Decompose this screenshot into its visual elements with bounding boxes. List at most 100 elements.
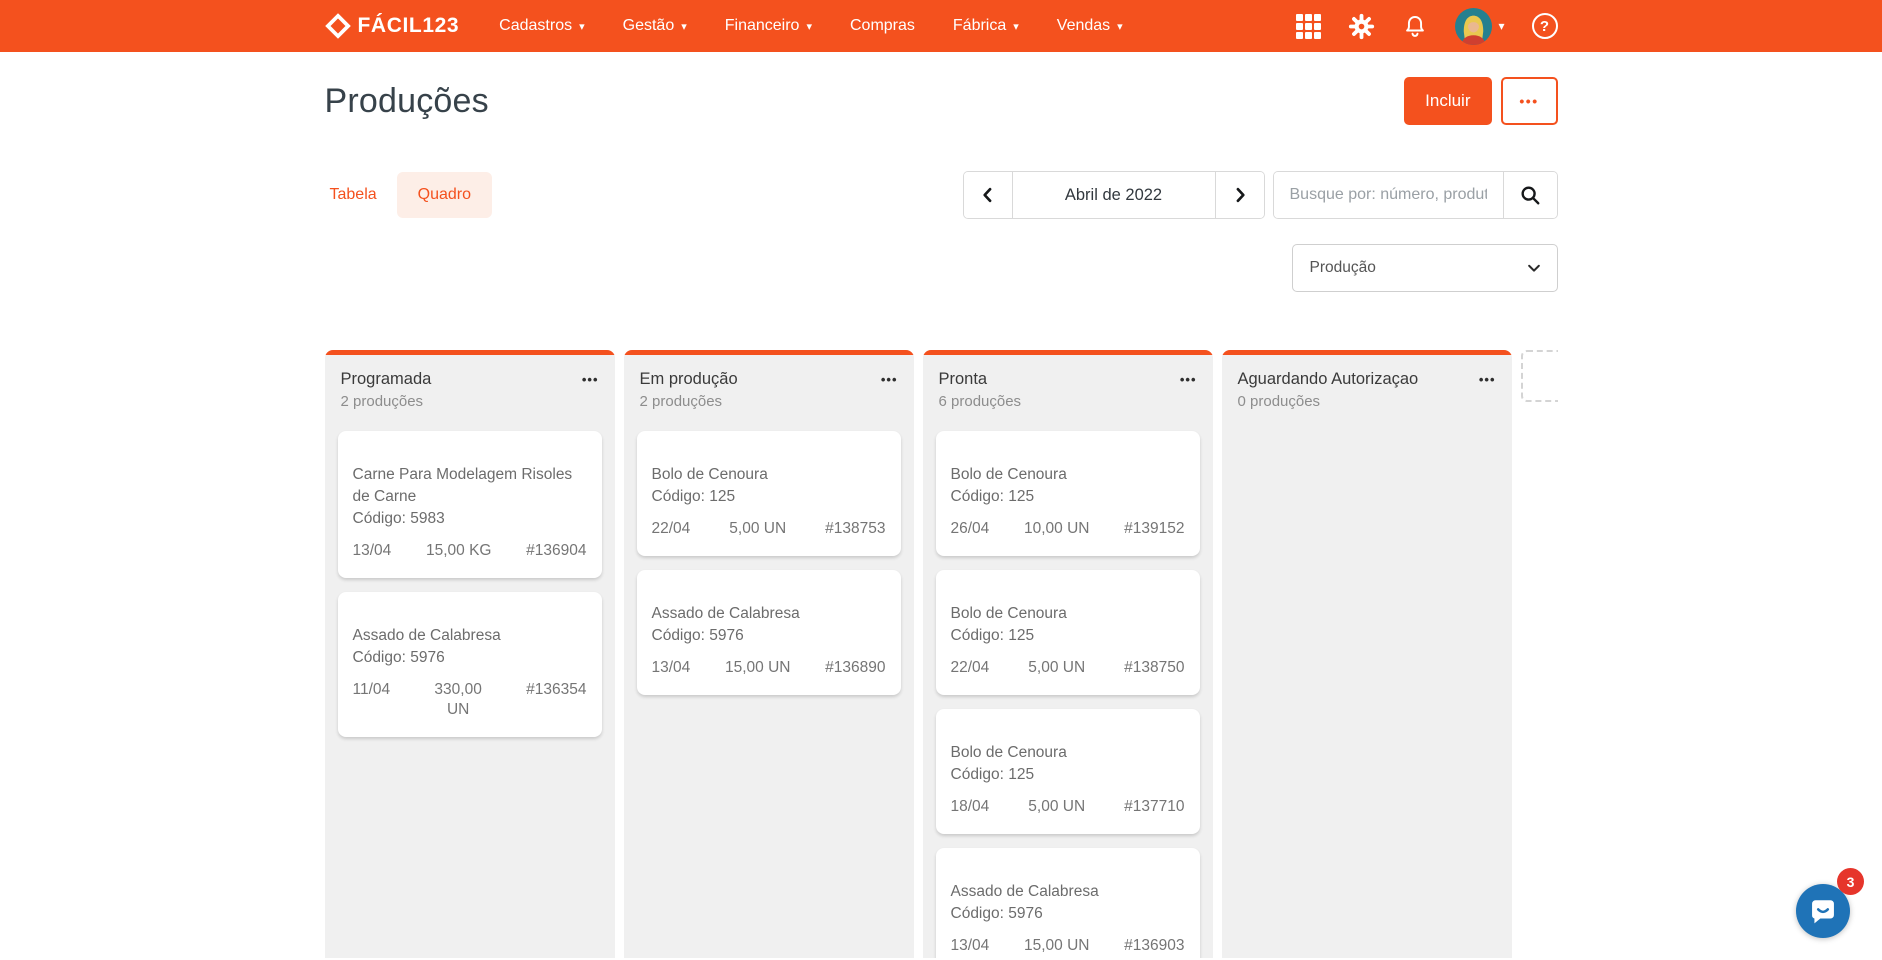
production-card[interactable]: Assado de Calabresa Código: 5976 13/04 1… [936,848,1200,958]
nav-item-vendas[interactable]: Vendas▾ [1057,17,1123,35]
card-quantity: 5,00 UN [1028,797,1085,817]
card-quantity: 15,00 UN [1024,936,1089,956]
column-header: Programada ••• 2 produções [325,355,615,410]
production-card[interactable]: Assado de Calabresa Código: 5976 13/04 1… [637,570,901,695]
chat-bubble-icon [1808,896,1838,926]
production-card[interactable]: Bolo de Cenoura Código: 125 26/04 10,00 … [936,431,1200,556]
column-count: 2 produções [640,393,898,410]
card-product-code: Código: 5976 [652,625,886,647]
card-date: 13/04 [652,658,691,678]
column-menu-button[interactable]: ••• [1479,372,1496,387]
card-date: 26/04 [951,519,990,539]
column-count: 2 produções [341,393,599,410]
column-title: Em produção [640,370,738,389]
card-product-code: Código: 5976 [353,647,587,669]
view-tabs: Tabela Quadro [325,172,493,218]
card-quantity: 15,00 UN [725,658,790,678]
selected-filter-value: Produção [1310,259,1376,277]
card-date: 22/04 [951,658,990,678]
production-card[interactable]: Bolo de Cenoura Código: 125 22/04 5,00 U… [936,570,1200,695]
tab-quadro[interactable]: Quadro [397,172,492,218]
card-quantity: 5,00 UN [1028,658,1085,678]
nav-item-gestao[interactable]: Gestão▾ [623,17,687,35]
column-menu-button[interactable]: ••• [582,372,599,387]
card-product-name: Bolo de Cenoura [652,464,886,486]
user-menu[interactable]: ▾ [1455,8,1504,45]
kanban-column: Pronta ••• 6 produções Bolo de Cenoura C… [923,350,1213,958]
user-avatar [1455,8,1492,45]
column-title: Programada [341,370,432,389]
nav-item-financeiro[interactable]: Financeiro▾ [725,17,812,35]
select-chevron-down-icon [1525,259,1543,277]
period-navigator: Abril de 2022 [963,171,1265,219]
search-icon [1519,184,1541,206]
card-number: #136904 [526,541,586,561]
tab-tabela[interactable]: Tabela [330,172,377,218]
chevron-down-icon: ▾ [1498,19,1504,33]
card-date: 13/04 [951,936,990,956]
search-input[interactable] [1274,172,1503,218]
card-quantity: 330,00 UN [423,680,493,720]
column-cards [1222,410,1512,444]
kanban-column: Em produção ••• 2 produções Bolo de Ceno… [624,350,914,958]
search-button[interactable] [1503,172,1557,218]
column-menu-button[interactable]: ••• [1180,372,1197,387]
chevron-right-icon [1230,185,1250,205]
card-number: #138753 [825,519,885,539]
brand-logo[interactable]: FÁCIL123 [325,13,460,39]
chat-unread-badge: 3 [1837,868,1864,895]
main-menu: Cadastros▾ Gestão▾ Financeiro▾ Compras F… [499,17,1123,35]
column-header: Pronta ••• 6 produções [923,355,1213,410]
column-header: Em produção ••• 2 produções [624,355,914,410]
kanban-board: Programada ••• 2 produções Carne Para Mo… [325,350,1558,958]
nav-item-compras[interactable]: Compras [850,17,915,35]
ellipsis-icon: ••• [1519,93,1538,109]
page-title: Produções [325,82,489,121]
column-title: Aguardando Autorizaçao [1238,370,1419,389]
column-cards: Bolo de Cenoura Código: 125 26/04 10,00 … [923,410,1213,958]
card-product-code: Código: 125 [652,486,886,508]
column-count: 0 produções [1238,393,1496,410]
kanban-column: Programada ••• 2 produções Carne Para Mo… [325,350,615,958]
chevron-down-icon: ▾ [1013,20,1019,33]
add-column-placeholder[interactable] [1521,350,1558,402]
nav-item-cadastros[interactable]: Cadastros▾ [499,17,584,35]
production-card[interactable]: Assado de Calabresa Código: 5976 11/04 3… [338,592,602,737]
column-menu-button[interactable]: ••• [881,372,898,387]
card-number: #139152 [1124,519,1184,539]
card-number: #136890 [825,658,885,678]
kanban-column: Aguardando Autorizaçao ••• 0 produções [1222,350,1512,958]
chevron-left-icon [978,185,998,205]
card-number: #137710 [1124,797,1184,817]
card-product-code: Código: 125 [951,764,1185,786]
include-button[interactable]: Incluir [1404,77,1491,125]
card-product-name: Assado de Calabresa [353,625,587,647]
nav-item-fabrica[interactable]: Fábrica▾ [953,17,1019,35]
notifications-bell-icon[interactable] [1402,13,1428,40]
card-date: 22/04 [652,519,691,539]
card-number: #136903 [1124,936,1184,956]
help-icon[interactable]: ? [1532,13,1558,39]
card-product-name: Assado de Calabresa [951,881,1185,903]
period-label: Abril de 2022 [1013,172,1215,218]
column-title: Pronta [939,370,988,389]
chevron-down-icon: ▾ [579,20,585,33]
brand-diamond-icon [325,13,351,39]
column-cards: Carne Para Modelagem Risoles de Carne Có… [325,410,615,750]
card-quantity: 5,00 UN [729,519,786,539]
settings-gear-icon[interactable] [1348,13,1375,40]
card-product-name: Carne Para Modelagem Risoles de Carne [353,464,587,508]
production-filter-select[interactable]: Produção [1292,244,1558,292]
card-product-code: Código: 5976 [951,903,1185,925]
card-product-name: Bolo de Cenoura [951,742,1185,764]
next-month-button[interactable] [1215,172,1264,218]
chevron-down-icon: ▾ [681,20,687,33]
production-card[interactable]: Bolo de Cenoura Código: 125 18/04 5,00 U… [936,709,1200,834]
production-card[interactable]: Carne Para Modelagem Risoles de Carne Có… [338,431,602,578]
more-actions-button[interactable]: ••• [1501,77,1558,125]
apps-grid-icon[interactable] [1296,14,1321,39]
top-navbar: FÁCIL123 Cadastros▾ Gestão▾ Financeiro▾ … [0,0,1882,52]
previous-month-button[interactable] [964,172,1013,218]
chat-launcher-button[interactable]: 3 [1796,884,1850,938]
production-card[interactable]: Bolo de Cenoura Código: 125 22/04 5,00 U… [637,431,901,556]
